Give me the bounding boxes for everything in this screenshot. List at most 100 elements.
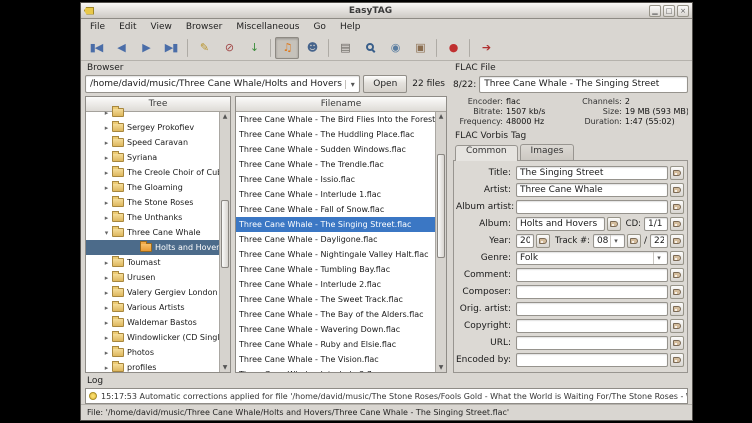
titlebar[interactable]: EasyTAG ▁ □ × [81,3,692,19]
track-dropdown-arrow-icon[interactable]: ▾ [610,235,621,247]
year-input[interactable]: 2012 [516,234,534,248]
expander-icon[interactable]: ▸ [102,124,111,132]
Three Cane Whale - Tumbling Bay.flac[interactable]: Three Cane Whale - Tumbling Bay.flac [236,262,435,277]
expander-icon[interactable]: ▸ [102,349,111,357]
apply-orig-artist-to-all-button[interactable] [670,302,684,316]
tree-item[interactable]: ▸ Various Artists [86,300,219,315]
tree-item[interactable]: ▸ Windowlicker (CD Single) [86,330,219,345]
Three Cane Whale - Interlude 3.flac[interactable]: Three Cane Whale - Interlude 3.flac [236,367,435,372]
tab-common[interactable]: Common [455,145,518,161]
select-all-button[interactable]: ▤ [333,37,357,59]
write-playlist-button[interactable]: ▣ [408,37,432,59]
path-combobox[interactable]: /home/david/music/Three Cane Whale/Holts… [85,75,360,93]
expander-icon[interactable]: ▸ [102,274,111,282]
tree-item[interactable]: ▸ Sergey Prokofiev [86,120,219,135]
expander-icon[interactable]: ▸ [102,304,111,312]
tree-item[interactable]: ▸ The Creole Choir of Cuba [86,165,219,180]
tree-scrollbar[interactable]: ▲ ▼ [219,112,230,372]
Three Cane Whale - Nightingale Valley Halt.flac[interactable]: Three Cane Whale - Nightingale Valley Ha… [236,247,435,262]
apply-genre-to-all-button[interactable] [670,251,684,265]
Three Cane Whale - Wavering Down.flac[interactable]: Three Cane Whale - Wavering Down.flac [236,322,435,337]
menu-item[interactable]: Go [306,21,332,33]
tree-item[interactable]: ▸ The Stone Roses [86,195,219,210]
minimize-button[interactable]: ▁ [649,5,661,17]
apply-title-to-all-button[interactable] [670,166,684,180]
expander-icon[interactable]: ▸ [102,289,111,297]
tree-item[interactable]: ▸ Toumast [86,255,219,270]
expander-icon[interactable]: ▾ [102,229,111,237]
track-total-input[interactable]: 22 [650,234,668,248]
scroll-down-icon[interactable]: ▼ [436,363,446,372]
scroll-down-icon[interactable]: ▼ [220,363,230,372]
title-input[interactable]: The Singing Street [516,166,668,180]
apply-artist-to-all-button[interactable] [670,183,684,197]
path-dropdown-arrow-icon[interactable]: ▾ [345,80,359,89]
expander-icon[interactable]: ▸ [102,199,111,207]
Three Cane Whale - Fall of Snow.flac[interactable]: Three Cane Whale - Fall of Snow.flac [236,202,435,217]
apply-album-artist-to-all-button[interactable] [670,200,684,214]
menu-item[interactable]: Browser [179,21,229,33]
apply-url-to-all-button[interactable] [670,336,684,350]
expander-icon[interactable]: ▸ [102,109,111,117]
album-artist-input[interactable] [516,200,668,214]
expander-icon[interactable]: ▸ [102,334,111,342]
menu-item[interactable]: View [144,21,179,33]
tree-item[interactable]: Holts and Hovers [86,240,219,255]
save-files-button[interactable]: ↓ [242,37,266,59]
cd-input[interactable]: 1/1 [644,217,668,231]
stop-action-button[interactable]: ● [441,37,465,59]
log-list[interactable]: 15:17:53 Automatic corrections applied f… [85,388,688,404]
Three Cane Whale - The Vision.flac[interactable]: Three Cane Whale - The Vision.flac [236,352,435,367]
genre-dropdown-arrow-icon[interactable]: ▾ [653,252,664,264]
menu-item[interactable]: Edit [112,21,143,33]
previous-file-button[interactable]: ◀ [109,37,133,59]
tree-item[interactable]: ▸ The Gloaming [86,180,219,195]
genre-combobox[interactable]: Folk▾ [516,251,668,265]
Three Cane Whale - Sudden Windows.flac[interactable]: Three Cane Whale - Sudden Windows.flac [236,142,435,157]
apply-track-total-to-all-button[interactable] [670,234,684,248]
Three Cane Whale - The Singing Street.flac[interactable]: Three Cane Whale - The Singing Street.fl… [236,217,435,232]
Three Cane Whale - Issio.flac[interactable]: Three Cane Whale - Issio.flac [236,172,435,187]
Three Cane Whale - The Bird Flies Into the Forest to Rest.flac[interactable]: Three Cane Whale - The Bird Flies Into t… [236,112,435,127]
track-number-combobox[interactable]: 08▾ [593,234,625,248]
tree-item[interactable]: ▾ Three Cane Whale [86,225,219,240]
url-input[interactable] [516,336,668,350]
apply-track-to-all-button[interactable] [627,234,641,248]
artist-input[interactable]: Three Cane Whale [516,183,668,197]
tab-images[interactable]: Images [520,144,575,160]
apply-comment-to-all-button[interactable] [670,268,684,282]
tree-item[interactable]: ▸ Speed Caravan [86,135,219,150]
copyright-input[interactable] [516,319,668,333]
menu-item[interactable]: Miscellaneous [229,21,306,33]
next-file-button[interactable]: ▶ [134,37,158,59]
tree-item[interactable]: ▸ Urusen [86,270,219,285]
open-button[interactable]: Open [363,75,407,93]
file-list-scrollbar[interactable]: ▲ ▼ [435,112,446,372]
find-files-button[interactable] [358,37,382,59]
expander-icon[interactable]: ▸ [102,169,111,177]
encoded-by-input[interactable] [516,353,668,367]
file-list-scrollbar-thumb[interactable] [437,154,445,258]
expander-icon[interactable]: ▸ [102,364,111,372]
Three Cane Whale - Interlude 1.flac[interactable]: Three Cane Whale - Interlude 1.flac [236,187,435,202]
scroll-up-icon[interactable]: ▲ [436,112,446,121]
menu-item[interactable]: Help [333,21,368,33]
scan-files-button[interactable]: ✎ [192,37,216,59]
show-scanner-button[interactable]: ♫ [275,37,299,59]
tree-item[interactable]: ▸ Waldemar Bastos [86,315,219,330]
expander-icon[interactable]: ▸ [102,139,111,147]
apply-copyright-to-all-button[interactable] [670,319,684,333]
first-file-button[interactable]: ▮◀ [84,37,108,59]
tree-item[interactable]: ▸ The Unthanks [86,210,219,225]
expander-icon[interactable]: ▸ [102,259,111,267]
expander-icon[interactable]: ▸ [102,319,111,327]
orig-artist-input[interactable] [516,302,668,316]
composer-input[interactable] [516,285,668,299]
scroll-up-icon[interactable]: ▲ [220,112,230,121]
Three Cane Whale - Ruby and Elsie.flac[interactable]: Three Cane Whale - Ruby and Elsie.flac [236,337,435,352]
apply-encoded-by-to-all-button[interactable] [670,353,684,367]
path-text[interactable]: /home/david/music/Three Cane Whale/Holts… [86,79,345,89]
Three Cane Whale - The Bay of the Alders.flac[interactable]: Three Cane Whale - The Bay of the Alders… [236,307,435,322]
album-input[interactable]: Holts and Hovers [516,217,605,231]
Three Cane Whale - The Sweet Track.flac[interactable]: Three Cane Whale - The Sweet Track.flac [236,292,435,307]
